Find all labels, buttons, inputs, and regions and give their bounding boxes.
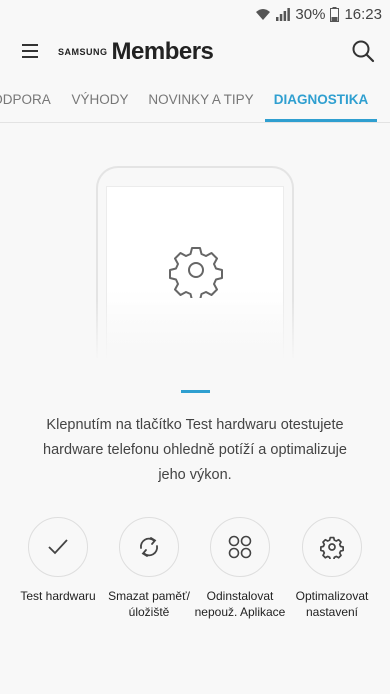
test-hardware-button[interactable]: Test hardwaru bbox=[12, 517, 104, 604]
brand-small: SAMSUNG bbox=[58, 47, 108, 57]
uninstall-apps-button[interactable]: Odinstalovat nepouž. Aplikace bbox=[194, 517, 286, 620]
checkmark-icon bbox=[48, 539, 68, 555]
clear-storage-circle[interactable] bbox=[119, 517, 179, 577]
tab-vyhody[interactable]: VÝHODY bbox=[64, 80, 136, 122]
signal-icon bbox=[276, 7, 291, 21]
tab-diagnostika[interactable]: DIAGNOSTIKA bbox=[265, 80, 377, 122]
optimize-settings-button[interactable]: Optimalizovat nastavení bbox=[286, 517, 378, 620]
apps-grid-icon bbox=[228, 535, 252, 559]
app-logo: SAMSUNG Members bbox=[58, 36, 214, 68]
optimize-settings-circle[interactable] bbox=[302, 517, 362, 577]
settings-icon bbox=[320, 536, 344, 559]
clear-storage-button[interactable]: Smazat paměť/ úložiště bbox=[103, 517, 195, 620]
phone-fade bbox=[92, 300, 298, 362]
battery-percent: 30% bbox=[295, 5, 326, 23]
tab-novinky-a-tipy[interactable]: NOVINKY A TIPY bbox=[144, 80, 258, 122]
test-hardware-circle[interactable] bbox=[28, 517, 88, 577]
app-bar: SAMSUNG Members bbox=[0, 28, 390, 76]
gear-icon bbox=[169, 247, 223, 298]
clock: 16:23 bbox=[344, 5, 382, 23]
search-icon[interactable] bbox=[350, 38, 376, 64]
optimize-settings-label: Optimalizovat nastavení bbox=[295, 589, 369, 619]
tab-bar: PODPORA VÝHODY NOVINKY A TIPY DIAGNOSTIK… bbox=[0, 80, 390, 123]
menu-icon[interactable] bbox=[22, 42, 42, 60]
wifi-icon bbox=[256, 8, 271, 20]
test-hardware-label: Test hardwaru bbox=[20, 589, 96, 603]
refresh-icon bbox=[140, 537, 158, 557]
page-indicator bbox=[181, 390, 210, 393]
tab-podpora[interactable]: PODPORA bbox=[0, 80, 52, 122]
battery-icon bbox=[330, 6, 340, 22]
uninstall-apps-circle[interactable] bbox=[210, 517, 270, 577]
brand-large: Members bbox=[111, 38, 214, 65]
status-bar: 30% 16:23 bbox=[0, 0, 390, 28]
diagnostics-description: Klepnutím na tlačítko Test hardwaru otes… bbox=[43, 417, 347, 483]
clear-storage-label: Smazat paměť/ úložiště bbox=[108, 589, 190, 619]
uninstall-apps-label: Odinstalovat nepouž. Aplikace bbox=[194, 589, 286, 619]
